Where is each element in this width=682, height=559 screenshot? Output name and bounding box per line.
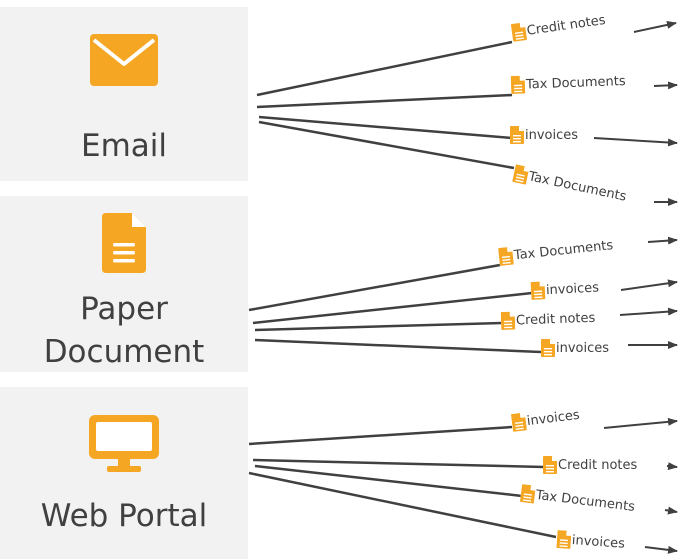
document-icon [530, 281, 546, 300]
document-icon [510, 126, 524, 144]
arrow-paper-2 [620, 279, 678, 291]
document-icon [556, 530, 572, 549]
paper-document-source-box: Paper Document [0, 196, 248, 372]
paper-label-line1: Paper [80, 291, 168, 327]
arrow-email-2 [653, 81, 678, 90]
email-line-tax-documents-2 [258, 120, 515, 170]
envelope-icon [0, 34, 248, 86]
arrow-web-1 [603, 417, 678, 429]
arrow-web-2 [666, 462, 678, 471]
web-line-invoices [248, 425, 513, 446]
paper-label-line2: Document [43, 334, 205, 370]
document-icon [0, 213, 248, 273]
document-icon [543, 456, 557, 474]
web-line-tax-documents [254, 464, 523, 498]
flow-label-text: invoices [571, 532, 626, 552]
flow-label-paper-invoices: invoices [530, 278, 600, 300]
flow-label-web-credit-notes: Credit notes [543, 456, 638, 474]
paper-line-credit-notes [254, 321, 503, 332]
paper-label: Paper Document [0, 288, 248, 374]
flow-label-paper-credit-notes: Credit notes [500, 308, 596, 330]
flow-label-text: Credit notes [558, 457, 638, 473]
document-icon [520, 484, 536, 504]
flow-label-text: invoices [525, 127, 579, 143]
document-icon [510, 22, 527, 42]
document-icon [510, 75, 526, 94]
arrow-email-3 [593, 137, 678, 147]
document-icon [500, 311, 516, 330]
flow-label-paper-invoices-2: invoices [541, 339, 610, 357]
flow-label-email-invoices: invoices [510, 126, 579, 144]
paper-line-tax-documents [248, 263, 501, 312]
email-source-box: Email [0, 7, 248, 181]
web-line-credit-notes [252, 458, 545, 469]
web-portal-label: Web Portal [40, 498, 208, 534]
flow-label-text: Tax Documents [525, 73, 626, 92]
arrow-web-4 [644, 545, 678, 554]
flow-label-text: invoices [545, 279, 600, 298]
flow-label-text: Credit notes [515, 310, 596, 328]
arrow-web-3 [664, 506, 678, 515]
document-icon [541, 339, 555, 357]
paper-line-invoices-2 [254, 338, 542, 354]
web-portal-source-box: Web Portal [0, 387, 248, 559]
paper-line-invoices [252, 291, 533, 325]
email-line-tax-documents [256, 93, 513, 109]
arrow-email-1 [633, 20, 677, 33]
document-icon [498, 247, 514, 266]
arrow-paper-1 [647, 236, 678, 245]
email-line-invoices [258, 115, 513, 140]
email-line-credit-notes [256, 40, 513, 97]
flow-label-text: invoices [556, 340, 610, 356]
document-icon [511, 412, 527, 432]
arrow-paper-3 [619, 307, 678, 316]
monitor-icon [0, 415, 248, 473]
email-label: Email [80, 128, 167, 164]
